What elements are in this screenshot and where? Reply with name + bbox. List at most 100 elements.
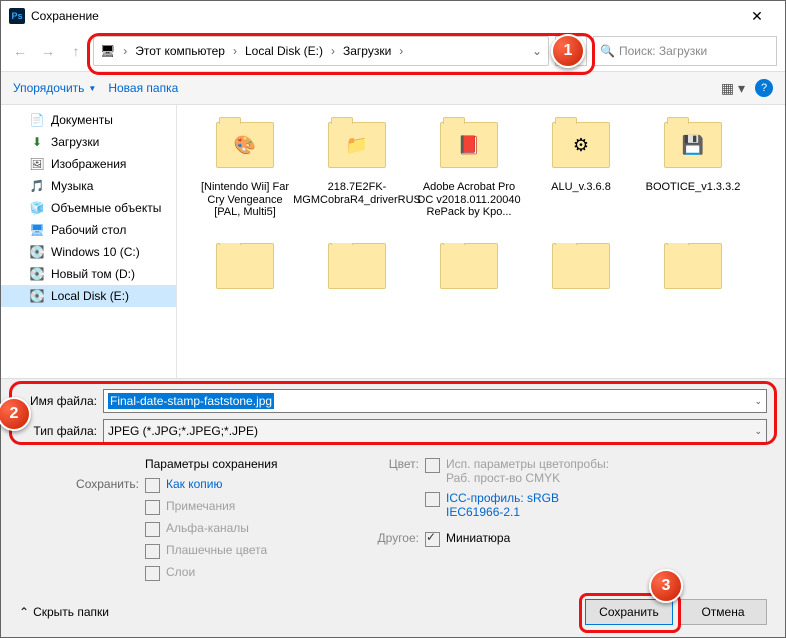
file-thumb — [661, 243, 725, 289]
help-button[interactable]: ? — [755, 79, 773, 97]
nav-back-button[interactable]: ← — [9, 40, 31, 62]
sidebar-item[interactable]: 💽Local Disk (E:) — [1, 285, 176, 307]
sidebar-item-label: Изображения — [51, 157, 126, 171]
chevron-right-icon: › — [397, 44, 405, 58]
sidebar-item-icon: 💽 — [29, 244, 45, 260]
breadcrumb-dropdown[interactable]: ⌄ — [526, 44, 548, 58]
filename-input[interactable]: Final-date-stamp-faststone.jpg ⌄ — [103, 389, 767, 413]
file-item[interactable] — [525, 243, 637, 293]
sidebar-item-icon: 🖼 — [29, 156, 45, 172]
sidebar-item-label: Документы — [51, 113, 113, 127]
sidebar-item[interactable]: 🎵 Музыка — [1, 175, 176, 197]
notes-checkbox[interactable] — [145, 500, 160, 515]
window-title: Сохранение — [31, 9, 737, 23]
callout-3: 3 — [649, 569, 683, 603]
cancel-button[interactable]: Отмена — [679, 599, 767, 625]
proof-checkbox[interactable] — [425, 458, 440, 473]
sidebar-item[interactable]: 💽Новый том (D:) — [1, 263, 176, 285]
file-item[interactable]: 📁218.7E2FK-MGMCobraR4_driverRUS — [301, 113, 413, 243]
sidebar-item-label: Музыка — [51, 179, 93, 193]
save-dialog-window: Ps Сохранение ✕ ← → ↑ 🖥 › Этот компьютер… — [0, 0, 786, 638]
file-item[interactable] — [637, 243, 749, 293]
breadcrumb[interactable]: 🖥 › Этот компьютер › Local Disk (E:) › З… — [93, 36, 549, 66]
sidebar-item[interactable]: 📄 Документы — [1, 109, 176, 131]
layers-label: Слои — [166, 565, 195, 579]
toolbar: Упорядочить▼ Новая папка ▦ ▾ ? — [1, 71, 785, 105]
file-thumb: 📕 — [437, 113, 501, 177]
chevron-down-icon: ▼ — [88, 84, 96, 93]
hide-folders-button[interactable]: ⌃Скрыть папки — [19, 605, 109, 619]
file-item[interactable]: ⚙ ALU_v.3.6.8 — [525, 113, 637, 243]
sidebar-item-label: Local Disk (E:) — [51, 289, 129, 303]
file-thumb — [325, 243, 389, 289]
search-input[interactable]: 🔍 Поиск: Загрузки — [593, 36, 777, 66]
sidebar-item[interactable]: 🖼 Изображения — [1, 153, 176, 175]
file-label: 218.7E2FK-MGMCobraR4_driverRUS — [289, 181, 425, 206]
file-thumb: 📁 — [325, 113, 389, 177]
file-thumb — [437, 243, 501, 289]
search-icon: 🔍 — [600, 44, 615, 58]
filename-value: Final-date-stamp-faststone.jpg — [108, 393, 274, 409]
file-thumb — [549, 243, 613, 289]
as-copy-checkbox[interactable] — [145, 478, 160, 493]
file-item[interactable]: 🎨[Nintendo Wii] Far Cry Vengeance [PAL, … — [189, 113, 301, 243]
sidebar-item[interactable]: 🖥Рабочий стол — [1, 219, 176, 241]
sidebar: 📄 Документы ⬇Загрузки 🖼 Изображения 🎵 Музыка 🧊 О… — [1, 105, 177, 378]
thumb-checkbox[interactable] — [425, 532, 440, 547]
sidebar-item-icon: 📄 — [29, 112, 45, 128]
sidebar-item[interactable]: 🧊 Объемные объекты — [1, 197, 176, 219]
sidebar-item[interactable]: 💽 Windows 10 (C:) — [1, 241, 176, 263]
save-button[interactable]: Сохранить — [585, 599, 673, 625]
file-item[interactable]: 💾BOOTICE_v1.3.3.2 — [637, 113, 749, 243]
file-label: ALU_v.3.6.8 — [547, 181, 615, 194]
filename-label: Имя файла: — [19, 394, 103, 408]
dialog-footer: ⌃Скрыть папки Сохранить 3 Отмена — [19, 599, 767, 625]
chevron-down-icon[interactable]: ⌄ — [754, 396, 762, 407]
organize-button[interactable]: Упорядочить▼ — [13, 81, 96, 95]
save-label: Сохранить: — [19, 477, 139, 491]
titlebar: Ps Сохранение ✕ — [1, 1, 785, 31]
search-placeholder: Поиск: Загрузки — [619, 44, 707, 58]
view-button[interactable]: ▦ ▾ — [721, 80, 745, 97]
photoshop-icon: Ps — [9, 8, 25, 24]
close-button[interactable]: ✕ — [737, 1, 777, 31]
nav-up-button[interactable]: ↑ — [65, 40, 87, 62]
file-item[interactable] — [413, 243, 525, 293]
callout-1: 1 — [551, 34, 585, 68]
icc-checkbox[interactable] — [425, 492, 440, 507]
breadcrumb-root-icon[interactable]: 🖥 — [94, 37, 121, 65]
file-thumb: ⚙ — [549, 113, 613, 177]
file-item[interactable] — [189, 243, 301, 293]
sidebar-item-icon: ⬇ — [29, 134, 45, 150]
breadcrumb-item[interactable]: Этот компьютер — [129, 37, 231, 65]
new-folder-button[interactable]: Новая папка — [108, 81, 178, 95]
sidebar-item-label: Windows 10 (C:) — [51, 245, 140, 259]
sidebar-item[interactable]: ⬇Загрузки — [1, 131, 176, 153]
layers-checkbox[interactable] — [145, 566, 160, 581]
file-pane: 🎨[Nintendo Wii] Far Cry Vengeance [PAL, … — [177, 105, 785, 378]
sidebar-item-icon: 🎵 — [29, 178, 45, 194]
file-label: BOOTICE_v1.3.3.2 — [642, 181, 745, 194]
chevron-right-icon: › — [121, 44, 129, 58]
chevron-down-icon[interactable]: ⌄ — [754, 426, 762, 437]
file-item[interactable]: 📕Adobe Acrobat Pro DC v2018.011.20040 Re… — [413, 113, 525, 243]
file-thumb — [213, 243, 277, 289]
spot-checkbox[interactable] — [145, 544, 160, 559]
file-item[interactable] — [301, 243, 413, 293]
proof-label: Исп. параметры цветопробы: Раб. прост-во… — [446, 457, 616, 485]
filename-row: Имя файла: Final-date-stamp-faststone.jp… — [19, 389, 767, 413]
file-grid: 🎨[Nintendo Wii] Far Cry Vengeance [PAL, … — [189, 113, 785, 243]
file-thumb: 🎨 — [213, 113, 277, 177]
save-params: Параметры сохранения Сохранить:Как копию… — [19, 457, 767, 581]
breadcrumb-item[interactable]: Загрузки — [337, 37, 397, 65]
filetype-value: JPEG (*.JPG;*.JPEG;*.JPE) — [108, 424, 258, 438]
color-label: Цвет: — [369, 457, 419, 471]
filetype-select[interactable]: JPEG (*.JPG;*.JPEG;*.JPE) ⌄ — [103, 419, 767, 443]
nav-forward-button[interactable]: → — [37, 40, 59, 62]
alpha-label: Альфа-каналы — [166, 521, 249, 535]
sidebar-item-label: Объемные объекты — [51, 201, 161, 215]
alpha-checkbox[interactable] — [145, 522, 160, 537]
sidebar-item-icon: 🧊 — [29, 200, 45, 216]
file-grid-row2 — [189, 243, 785, 293]
breadcrumb-item[interactable]: Local Disk (E:) — [239, 37, 329, 65]
